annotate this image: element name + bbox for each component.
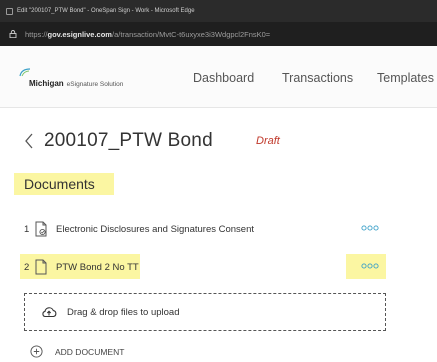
document-name: Electronic Disclosures and Signatures Co… xyxy=(56,223,255,235)
document-more-icon[interactable] xyxy=(356,221,386,235)
brand-logo[interactable]: Michigan eSignature Solution xyxy=(19,68,124,88)
document-name: PTW Bond 2 No TT xyxy=(56,261,139,273)
nav-dashboard[interactable]: Dashboard xyxy=(193,71,254,85)
edge-tab-icon xyxy=(6,7,13,15)
cloud-upload-icon xyxy=(42,307,57,318)
brand-name-bold: Michigan xyxy=(29,79,64,88)
upload-dropzone[interactable]: Drag & drop files to upload xyxy=(24,293,386,331)
nav-transactions[interactable]: Transactions xyxy=(282,71,353,85)
document-row[interactable]: 1 Electronic Disclosures and Signatures … xyxy=(24,218,254,240)
brand-name-rest: eSignature Solution xyxy=(66,81,124,88)
document-consent-icon xyxy=(35,221,47,237)
add-document-label: ADD DOCUMENT xyxy=(55,346,125,357)
transaction-title: 200107_PTW Bond xyxy=(44,130,213,151)
documents-heading: Documents xyxy=(14,173,114,195)
lock-icon xyxy=(9,30,17,38)
upload-text: Drag & drop files to upload xyxy=(67,306,180,318)
transaction-header: 200107_PTW Bond xyxy=(24,130,213,152)
document-icon xyxy=(35,259,47,275)
plus-circle-icon xyxy=(30,345,43,358)
document-index: 2 xyxy=(24,261,30,273)
michigan-logo-icon xyxy=(19,68,31,77)
nav-templates[interactable]: Templates xyxy=(377,71,434,85)
window-titlebar: Edit "200107_PTW Bond" - OneSpan Sign - … xyxy=(0,0,437,22)
document-row[interactable]: 2 PTW Bond 2 No TT xyxy=(24,256,139,278)
url-text[interactable]: https://gov.esignlive.com/a/transaction/… xyxy=(25,30,270,39)
add-document-button[interactable]: ADD DOCUMENT xyxy=(30,345,124,358)
document-more-icon[interactable] xyxy=(356,259,386,273)
address-bar[interactable]: https://gov.esignlive.com/a/transaction/… xyxy=(0,22,437,46)
document-index: 1 xyxy=(24,223,30,235)
chevron-left-icon[interactable] xyxy=(24,133,34,149)
app-navbar: Michigan eSignature Solution Dashboard T… xyxy=(0,46,437,108)
status-badge: Draft xyxy=(256,135,280,147)
window-title: Edit "200107_PTW Bond" - OneSpan Sign - … xyxy=(17,8,195,14)
